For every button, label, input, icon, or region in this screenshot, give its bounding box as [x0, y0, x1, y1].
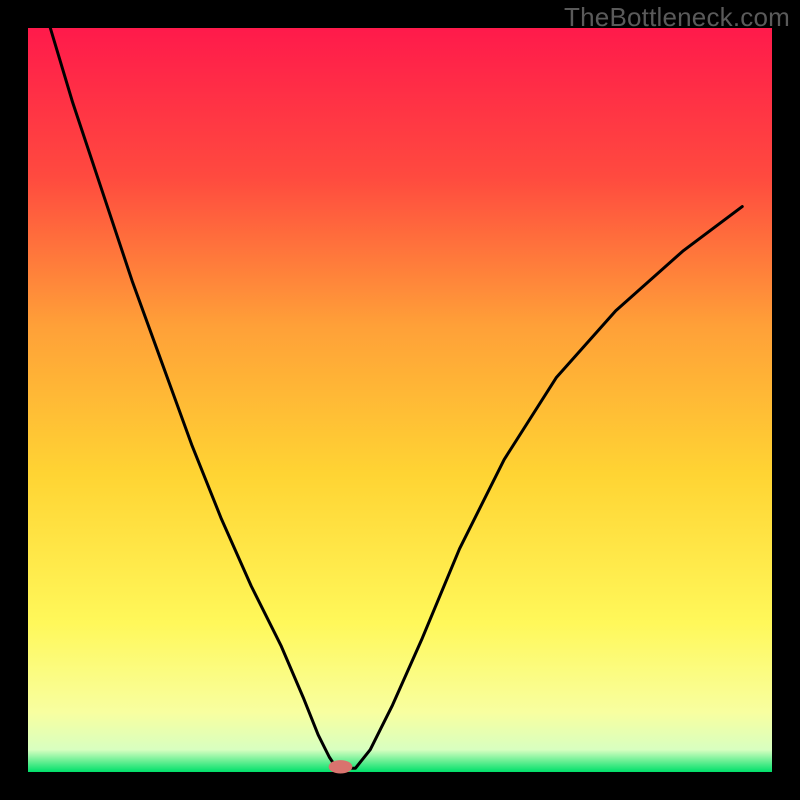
- chart-background: [28, 28, 772, 772]
- bottleneck-chart: [0, 0, 800, 800]
- optimal-point: [329, 760, 353, 773]
- watermark-text: TheBottleneck.com: [564, 2, 790, 33]
- chart-frame: TheBottleneck.com: [0, 0, 800, 800]
